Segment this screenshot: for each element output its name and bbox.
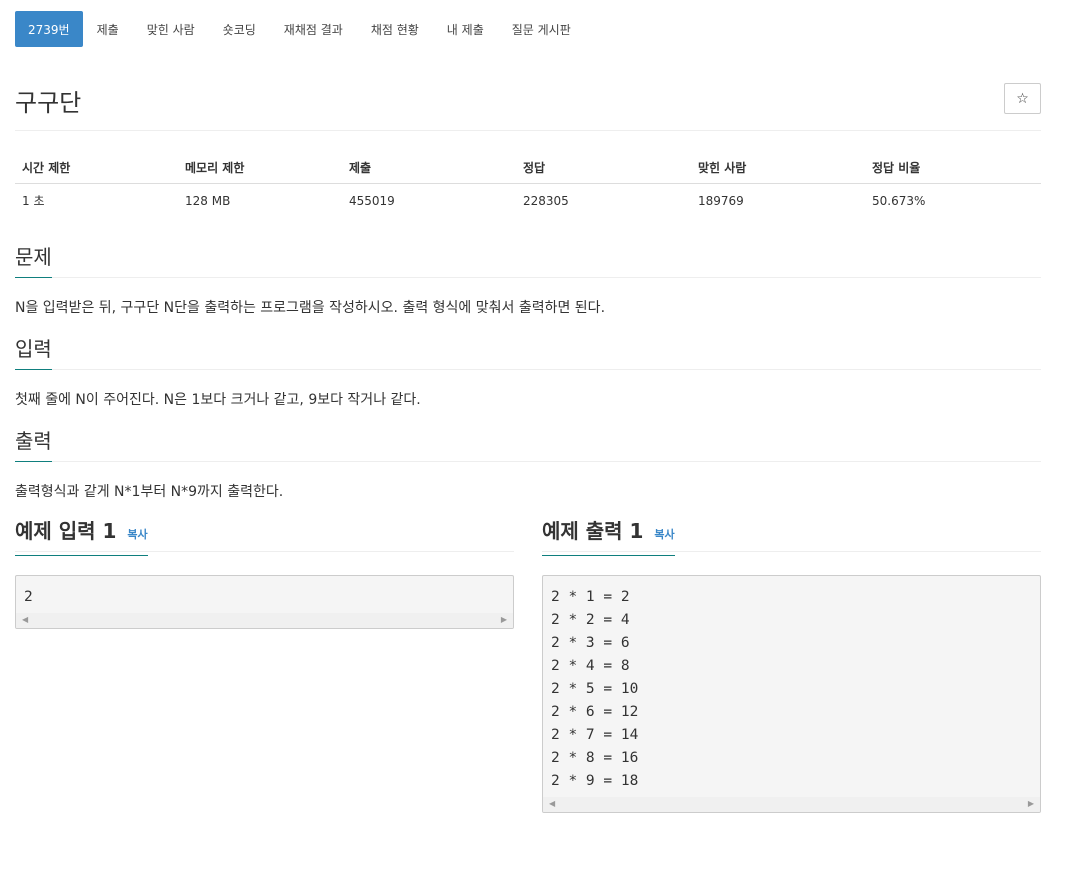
tab-question-board[interactable]: 질문 게시판 <box>498 11 585 47</box>
copy-output-link[interactable]: 복사 <box>654 528 674 541</box>
tab-submit[interactable]: 제출 <box>83 11 133 47</box>
star-icon: ☆ <box>1016 90 1029 107</box>
section-header: 입력 <box>15 335 1041 370</box>
tab-short-coding[interactable]: 숏코딩 <box>209 11 270 47</box>
sample-output-code: 2 * 1 = 2 2 * 2 = 4 2 * 3 = 6 2 * 4 = 8 … <box>551 589 639 789</box>
samples: 예제 입력 1 복사 2 ◀ ▶ 예제 출력 1 복사 2 * 1 = 2 2 … <box>15 517 1041 813</box>
info-value-row: 1 초 128 MB 455019 228305 189769 50.673% <box>15 184 1041 220</box>
section-title-problem: 문제 <box>15 243 52 278</box>
problem-page: 2739번 제출 맞힌 사람 숏코딩 재채점 결과 채점 현황 내 제출 질문 … <box>15 11 1041 813</box>
tab-my-submissions[interactable]: 내 제출 <box>433 11 498 47</box>
problem-tabs: 2739번 제출 맞힌 사람 숏코딩 재채점 결과 채점 현황 내 제출 질문 … <box>15 11 1041 47</box>
sample-input-title: 예제 입력 1 복사 <box>15 517 148 556</box>
section-header: 문제 <box>15 243 1041 278</box>
sample-output-header: 예제 출력 1 복사 <box>542 517 1041 556</box>
value-solved-users: 189769 <box>698 193 744 208</box>
problem-info-table: 시간 제한 메모리 제한 제출 정답 맞힌 사람 정답 비율 1 초 128 M… <box>15 151 1041 219</box>
sample-input: 예제 입력 1 복사 2 ◀ ▶ <box>15 517 514 813</box>
title-row: 구구단 ☆ <box>15 47 1041 131</box>
tab-problem[interactable]: 2739번 <box>15 11 83 47</box>
header-accept-ratio: 정답 비율 <box>865 151 1041 184</box>
section-header: 출력 <box>15 427 1041 462</box>
tab-solved-users[interactable]: 맞힌 사람 <box>133 11 209 47</box>
tab-judge-status[interactable]: 채점 현황 <box>357 11 433 47</box>
value-accept-ratio: 50.673% <box>872 193 926 208</box>
value-time-limit: 1 초 <box>22 194 45 208</box>
input-description: 첫째 줄에 N이 주어진다. N은 1보다 크거나 같고, 9보다 작거나 같다… <box>15 392 421 408</box>
section-title-output: 출력 <box>15 427 52 462</box>
header-solved-users: 맞힌 사람 <box>691 151 865 184</box>
value-accepted: 228305 <box>523 193 569 208</box>
sample-output-title-text: 예제 출력 1 <box>542 519 644 543</box>
horizontal-scrollbar[interactable]: ◀ ▶ <box>543 797 1040 812</box>
favorite-button[interactable]: ☆ <box>1004 83 1041 114</box>
value-submissions: 455019 <box>349 193 395 208</box>
copy-input-link[interactable]: 복사 <box>127 528 147 541</box>
header-submissions: 제출 <box>342 151 516 184</box>
info-header-row: 시간 제한 메모리 제한 제출 정답 맞힌 사람 정답 비율 <box>15 151 1041 184</box>
sample-input-box: 2 ◀ ▶ <box>15 575 514 629</box>
value-memory-limit: 128 MB <box>185 193 231 208</box>
page-title: 구구단 <box>15 89 82 117</box>
sample-input-header: 예제 입력 1 복사 <box>15 517 514 556</box>
tab-rejudge-results[interactable]: 재채점 결과 <box>270 11 357 47</box>
scroll-left-icon[interactable]: ◀ <box>22 615 28 624</box>
scroll-right-icon[interactable]: ▶ <box>1028 799 1034 808</box>
header-accepted: 정답 <box>516 151 691 184</box>
horizontal-scrollbar[interactable]: ◀ ▶ <box>16 613 513 628</box>
input-section: 입력 첫째 줄에 N이 주어진다. N은 1보다 크거나 같고, 9보다 작거나… <box>15 335 1041 410</box>
sample-input-title-text: 예제 입력 1 <box>15 519 117 543</box>
header-memory-limit: 메모리 제한 <box>178 151 342 184</box>
sample-input-code: 2 <box>24 589 33 605</box>
sample-output-title: 예제 출력 1 복사 <box>542 517 675 556</box>
scroll-right-icon[interactable]: ▶ <box>501 615 507 624</box>
header-time-limit: 시간 제한 <box>15 151 178 184</box>
problem-description: N을 입력받은 뒤, 구구단 N단을 출력하는 프로그램을 작성하시오. 출력 … <box>15 300 606 316</box>
output-section: 출력 출력형식과 같게 N*1부터 N*9까지 출력한다. <box>15 427 1041 502</box>
sample-output: 예제 출력 1 복사 2 * 1 = 2 2 * 2 = 4 2 * 3 = 6… <box>542 517 1041 813</box>
output-description: 출력형식과 같게 N*1부터 N*9까지 출력한다. <box>15 484 284 500</box>
problem-description-section: 문제 N을 입력받은 뒤, 구구단 N단을 출력하는 프로그램을 작성하시오. … <box>15 243 1041 318</box>
scroll-left-icon[interactable]: ◀ <box>549 799 555 808</box>
sample-output-box: 2 * 1 = 2 2 * 2 = 4 2 * 3 = 6 2 * 4 = 8 … <box>542 575 1041 813</box>
section-title-input: 입력 <box>15 335 52 370</box>
